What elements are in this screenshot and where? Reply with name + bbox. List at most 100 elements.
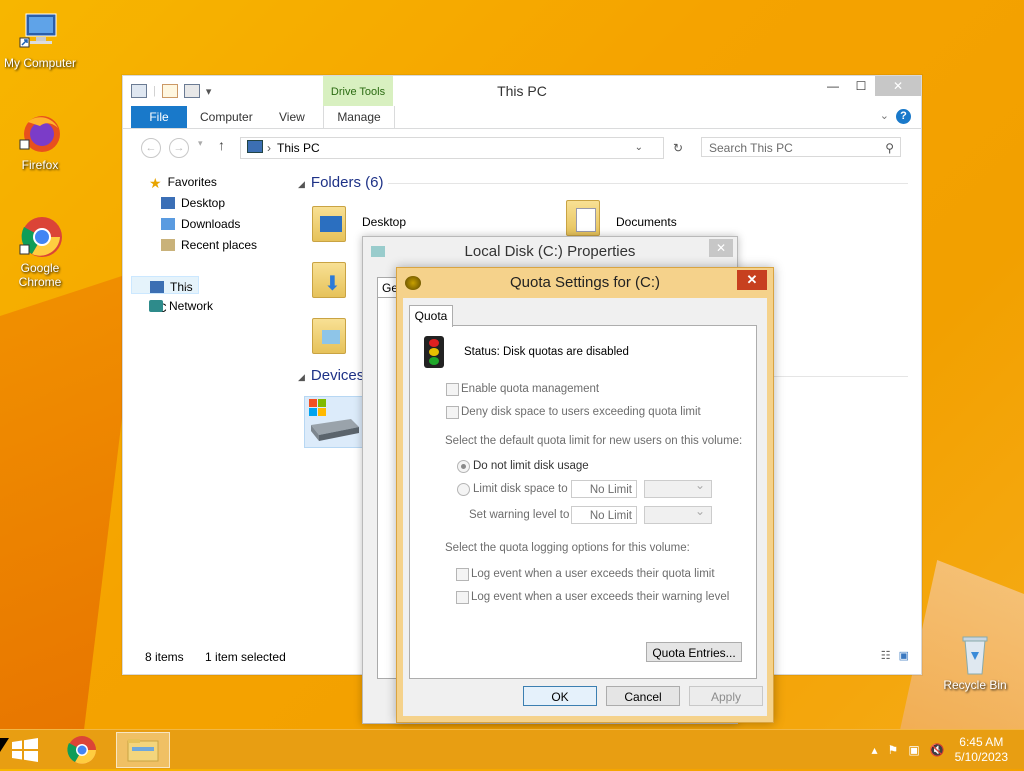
file-explorer-icon [127, 739, 159, 762]
quota-status: Status: Disk quotas are disabled [464, 346, 629, 358]
nav-desktop[interactable]: Desktop [131, 193, 289, 214]
mouse-cursor [0, 738, 9, 752]
help-icon[interactable]: ? [896, 109, 911, 124]
chevron-down-icon[interactable]: ⌄ [635, 138, 643, 158]
close-button[interactable]: ✕ [875, 76, 921, 96]
folder-desktop-icon[interactable] [310, 200, 346, 242]
deny-space-label: Deny disk space to users exceeding quota… [461, 406, 701, 418]
clock[interactable]: 6:45 AM 5/10/2023 [955, 735, 1008, 765]
star-icon: ★ [149, 175, 162, 191]
no-limit-radio[interactable] [457, 460, 470, 473]
forward-button[interactable]: → [169, 138, 189, 158]
this-pc-icon [247, 140, 263, 153]
address-text: This PC [277, 141, 320, 155]
limit-unit-select[interactable] [644, 478, 712, 498]
nav-downloads[interactable]: Downloads [131, 214, 289, 235]
desktop-icon-my-computer[interactable]: My Computer [0, 10, 80, 70]
refresh-icon[interactable]: ↻ [667, 138, 689, 158]
default-limit-heading: Select the default quota limit for new u… [445, 435, 743, 447]
group-header-folders[interactable]: ◢ Folders (6) [298, 172, 908, 194]
warning-value-field[interactable]: No Limit [571, 506, 637, 524]
address-row: ← → ▾ ↑ › This PC ⌄ ↻ Search This PC ⚲ [123, 129, 921, 165]
ribbon-tabs: File Computer View Manage ⌄ ? [123, 106, 921, 129]
desktop-icon-chrome[interactable]: Google Chrome [0, 215, 80, 289]
traffic-light-icon [424, 336, 444, 368]
show-hidden-icons[interactable]: ▴ [872, 743, 878, 757]
search-input[interactable]: Search This PC ⚲ [701, 137, 901, 157]
recent-locations-icon[interactable]: ▾ [198, 138, 203, 149]
close-button[interactable]: ✕ [737, 270, 767, 290]
tab-view[interactable]: View [279, 106, 305, 128]
expand-ribbon-icon[interactable]: ⌄ [880, 109, 889, 122]
nav-recent-places[interactable]: Recent places [131, 235, 289, 256]
log-limit-checkbox[interactable] [456, 568, 469, 581]
title-bar: | ▾ Drive Tools This PC — ☐ ✕ [123, 76, 921, 106]
desktop-icon-recycle-bin[interactable]: Recycle Bin [935, 632, 1015, 692]
action-center-flag-icon[interactable]: ⚑ [888, 743, 899, 757]
deny-space-checkbox[interactable] [446, 406, 459, 419]
computer-icon [18, 10, 62, 54]
drive-icon [371, 246, 385, 257]
apply-button[interactable]: Apply [689, 686, 763, 706]
desktop-icon [161, 197, 175, 209]
desktop-icon-firefox[interactable]: Firefox [0, 112, 80, 172]
limit-value-field[interactable]: No Limit [571, 480, 637, 498]
limit-disk-radio[interactable] [457, 483, 470, 496]
tab-manage[interactable]: Manage [323, 106, 395, 128]
recycle-bin-icon [953, 632, 997, 676]
enable-quota-label: Enable quota management [461, 383, 600, 395]
network-tray-icon[interactable]: ▣ [908, 743, 919, 757]
details-view-icon[interactable]: ☷ [881, 649, 891, 662]
maximize-button[interactable]: ☐ [847, 76, 875, 96]
tab-computer[interactable]: Computer [200, 106, 253, 128]
volume-muted-icon[interactable]: 🔇 [930, 743, 945, 757]
network-icon [149, 300, 163, 312]
back-button[interactable]: ← [141, 138, 161, 158]
quota-entries-button[interactable]: Quota Entries... [646, 642, 742, 662]
nav-favorites[interactable]: ★ Favorites [131, 172, 289, 193]
warning-level-label: Set warning level to [469, 509, 570, 521]
window-controls: — ☐ ✕ [819, 76, 921, 96]
desktop-icon-label: Firefox [21, 158, 59, 172]
item-count: 8 items [145, 650, 184, 664]
nav-network[interactable]: Network [131, 296, 289, 317]
log-warning-checkbox[interactable] [456, 591, 469, 604]
folder-label[interactable]: Documents [616, 215, 677, 229]
close-button[interactable]: ✕ [709, 239, 733, 257]
dialog-title: Quota Settings for (C:) [509, 274, 661, 291]
quota-panel: Status: Disk quotas are disabled Enable … [409, 325, 757, 679]
quota-settings-dialog: Quota Settings for (C:) ✕ Quota Status: … [396, 267, 774, 723]
folder-downloads-icon[interactable]: ⬇ [310, 256, 346, 298]
limit-disk-label: Limit disk space to [473, 483, 568, 495]
ok-button[interactable]: OK [523, 686, 597, 706]
enable-quota-checkbox[interactable] [446, 383, 459, 396]
no-limit-label: Do not limit disk usage [473, 460, 589, 472]
address-bar[interactable]: › This PC ⌄ ↻ [240, 137, 683, 159]
folder-pictures-icon[interactable] [310, 312, 346, 354]
taskbar-chrome[interactable] [58, 732, 106, 768]
tab-quota[interactable]: Quota [409, 305, 453, 327]
taskbar-file-explorer[interactable] [116, 732, 170, 768]
nav-this-pc[interactable]: This PC [131, 274, 199, 315]
content-pane: ◢ Folders (6) Desktop Documents ⬇ ◢ Device… [298, 172, 908, 448]
search-icon[interactable]: ⚲ [885, 138, 894, 158]
tab-file[interactable]: File [131, 106, 187, 128]
log-warning-label: Log event when a user exceeds their warn… [471, 591, 730, 603]
folder-label[interactable]: Desktop [362, 215, 406, 229]
large-icons-view-icon[interactable]: ▣ [899, 649, 909, 662]
cancel-button[interactable]: Cancel [606, 686, 680, 706]
warning-unit-select[interactable] [644, 504, 712, 524]
desktop-icon-label: My Computer [3, 56, 77, 70]
minimize-button[interactable]: — [819, 76, 847, 96]
local-disk-item[interactable] [304, 396, 364, 448]
taskbar: ▴ ⚑ ▣ 🔇 6:45 AM 5/10/2023 [0, 729, 1024, 769]
quota-icon [405, 276, 421, 290]
folder-documents-icon[interactable] [564, 194, 600, 236]
up-button[interactable]: ↑ [218, 137, 225, 153]
chrome-icon [18, 215, 62, 259]
log-limit-label: Log event when a user exceeds their quot… [471, 568, 715, 580]
firefox-icon [18, 112, 62, 156]
this-pc-icon [150, 281, 164, 293]
clock-date: 5/10/2023 [954, 749, 1008, 764]
selection-count: 1 item selected [205, 650, 286, 664]
